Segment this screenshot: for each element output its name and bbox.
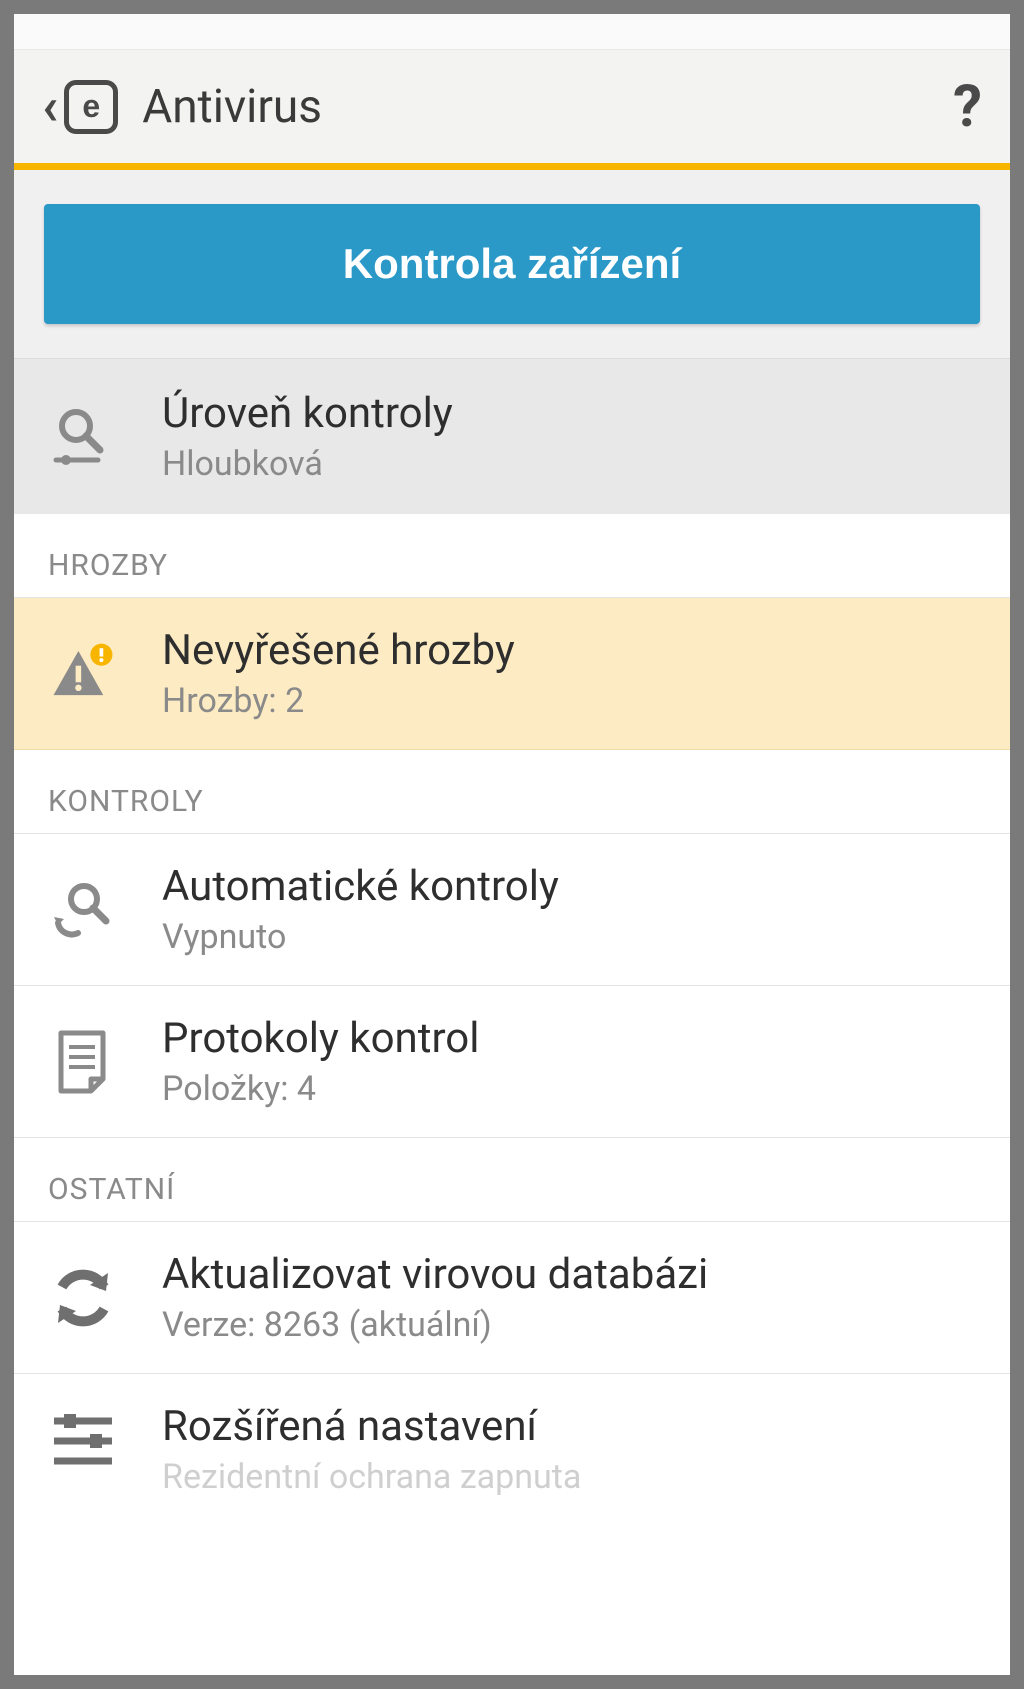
threats-subtitle: Hrozby: 2 [162, 681, 976, 721]
document-icon [48, 1027, 118, 1097]
auto-checks-title: Automatické kontroly [162, 862, 976, 911]
back-button[interactable]: ‹ e [42, 80, 118, 134]
section-header-other: OSTATNÍ [14, 1138, 1010, 1222]
advanced-title: Rozšířená nastavení [162, 1402, 976, 1451]
unresolved-threats-row[interactable]: Nevyřešené hrozby Hrozby: 2 [14, 598, 1010, 750]
warning-triangle-icon [48, 639, 118, 709]
refresh-icon [48, 1263, 118, 1333]
status-bar [14, 14, 1010, 50]
magnifier-refresh-icon [48, 875, 118, 945]
update-db-subtitle: Verze: 8263 (aktuální) [162, 1305, 976, 1345]
auto-checks-row[interactable]: Automatické kontroly Vypnuto [14, 834, 1010, 986]
magnifier-slider-icon [48, 402, 118, 472]
sliders-icon [48, 1402, 118, 1472]
content-scroll[interactable]: Kontrola zařízení Úroveň kontroly Hloubk… [14, 170, 1010, 1675]
scan-device-button[interactable]: Kontrola zařízení [44, 204, 980, 324]
scan-level-subtitle: Hloubková [162, 444, 976, 484]
title-bar: ‹ e Antivirus ? [14, 50, 1010, 170]
scan-section: Kontrola zařízení [14, 170, 1010, 359]
logs-subtitle: Položky: 4 [162, 1069, 976, 1109]
eset-logo-icon: e [64, 80, 118, 134]
section-header-checks: KONTROLY [14, 750, 1010, 834]
scan-level-title: Úroveň kontroly [162, 389, 976, 438]
chevron-left-icon: ‹ [42, 81, 58, 133]
threats-title: Nevyřešené hrozby [162, 626, 976, 675]
auto-checks-subtitle: Vypnuto [162, 917, 976, 957]
logs-title: Protokoly kontrol [162, 1014, 976, 1063]
scan-level-row[interactable]: Úroveň kontroly Hloubková [14, 359, 1010, 514]
scan-logs-row[interactable]: Protokoly kontrol Položky: 4 [14, 986, 1010, 1138]
help-button[interactable]: ? [953, 73, 982, 141]
update-database-row[interactable]: Aktualizovat virovou databázi Verze: 826… [14, 1222, 1010, 1374]
section-header-threats: HROZBY [14, 514, 1010, 598]
page-title: Antivirus [142, 80, 322, 134]
advanced-settings-row[interactable]: Rozšířená nastavení Rezidentní ochrana z… [14, 1374, 1010, 1497]
advanced-subtitle: Rezidentní ochrana zapnuta [162, 1457, 976, 1497]
update-db-title: Aktualizovat virovou databázi [162, 1250, 976, 1299]
